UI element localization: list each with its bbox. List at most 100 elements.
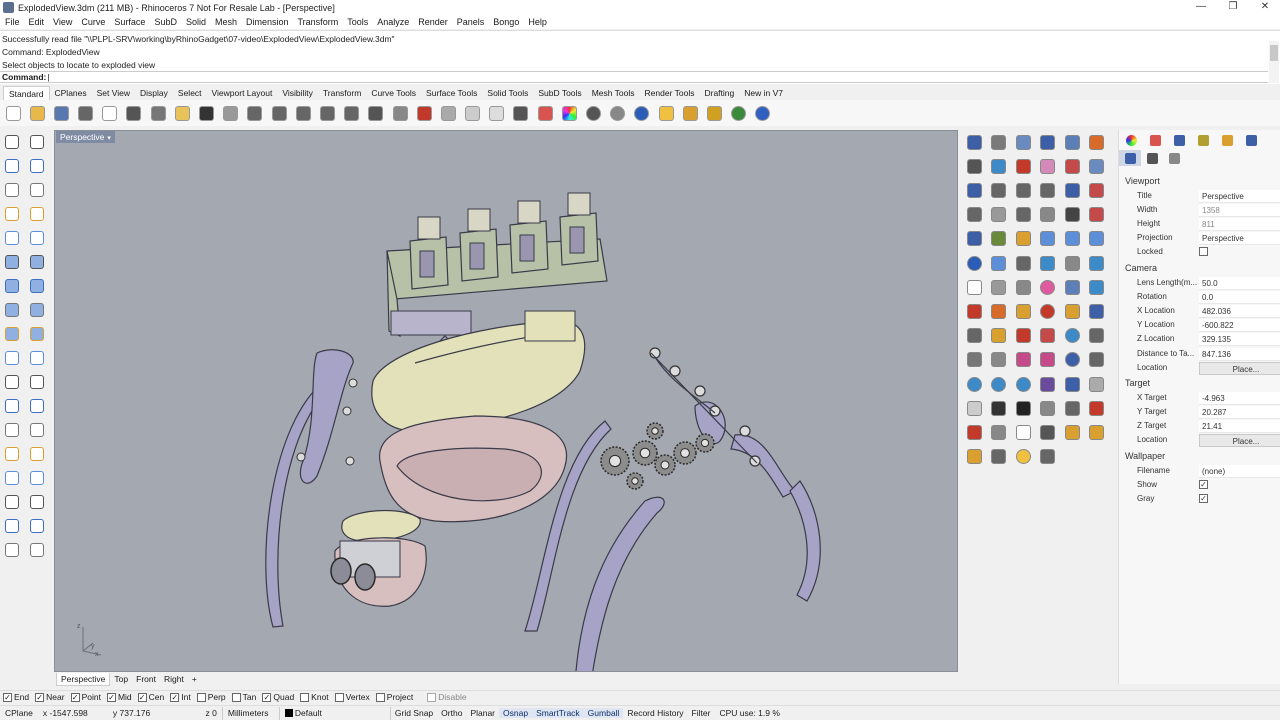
menu-item-panels[interactable]: Panels (457, 17, 485, 27)
light-bulb-button[interactable] (487, 103, 507, 123)
osnap-checkbox[interactable]: ✓ (35, 692, 45, 702)
gear-button[interactable] (680, 103, 700, 123)
tab-set-view[interactable]: Set View (92, 86, 135, 100)
polyline-button[interactable] (2, 156, 22, 176)
tab-render-tools[interactable]: Render Tools (640, 86, 700, 100)
menu-item-file[interactable]: File (5, 17, 20, 27)
tab-visibility[interactable]: Visibility (277, 86, 318, 100)
property-value-field[interactable]: 20.287 (1199, 406, 1280, 420)
toggle-osnap[interactable]: Osnap (499, 708, 533, 718)
osnap-end[interactable]: ✓ End (3, 692, 29, 702)
blue-sphere-button[interactable] (632, 103, 652, 123)
zoom-window-button[interactable] (293, 103, 313, 123)
text-button[interactable] (2, 420, 22, 440)
material-tab[interactable] (1143, 132, 1167, 148)
scissors-button[interactable] (1013, 156, 1033, 176)
osnap-checkbox[interactable]: ✓ (70, 692, 80, 702)
cube-red-button[interactable] (964, 301, 984, 321)
tab-display[interactable]: Display (135, 86, 173, 100)
cplane-button[interactable] (463, 103, 483, 123)
flow-blue-button[interactable] (989, 156, 1009, 176)
minimize-button[interactable]: — (1185, 0, 1217, 15)
frame-button[interactable] (1062, 156, 1082, 176)
ellipse-button[interactable] (27, 180, 47, 200)
property-value-field[interactable]: -4.963 (1199, 392, 1280, 405)
trim-button[interactable] (27, 396, 47, 416)
cloud-button[interactable] (989, 205, 1009, 225)
menu-item-render[interactable]: Render (418, 17, 448, 27)
render-sphere-button[interactable] (584, 103, 604, 123)
lock-button[interactable] (511, 103, 531, 123)
select-arrow-button[interactable] (2, 132, 22, 152)
question-button[interactable] (1013, 447, 1033, 467)
menu-item-subd[interactable]: SubD (154, 17, 177, 27)
pencil-button[interactable] (964, 350, 984, 370)
tab-cplanes[interactable]: CPlanes (50, 86, 92, 100)
menu-item-help[interactable]: Help (528, 17, 547, 27)
osnap-checkbox[interactable]: ✓ (137, 692, 147, 702)
perspective-viewport[interactable]: Perspective ▾ z y x (54, 130, 958, 672)
cplane-label[interactable]: CPlane (0, 708, 38, 718)
materials-button[interactable] (535, 103, 555, 123)
extrude-button[interactable] (964, 180, 984, 200)
undo-button[interactable] (197, 103, 217, 123)
chain-red-button[interactable] (1013, 326, 1033, 346)
tab-curve-tools[interactable]: Curve Tools (366, 86, 421, 100)
palm-button[interactable] (989, 229, 1009, 249)
place-button[interactable]: Place... (1199, 434, 1280, 448)
view-tab-right[interactable]: Right (160, 673, 188, 686)
menu-item-mesh[interactable]: Mesh (215, 17, 237, 27)
loft-button[interactable] (1062, 180, 1082, 200)
sun-subtab[interactable] (1141, 150, 1163, 166)
grid-red-button[interactable] (1038, 326, 1058, 346)
sphere-blue-button[interactable] (964, 253, 984, 273)
property-value-field[interactable]: 482.036 (1199, 305, 1280, 319)
property-value-field[interactable]: 811 (1199, 218, 1280, 232)
pan-hand-button[interactable] (221, 103, 241, 123)
balls-button[interactable] (964, 374, 984, 394)
cube-white-button[interactable] (964, 277, 984, 297)
osnap-checkbox[interactable]: ✓ (3, 692, 12, 702)
cube-white2-button[interactable] (964, 398, 984, 418)
transform-button[interactable] (1087, 326, 1107, 346)
gear-blue-button[interactable] (1013, 132, 1033, 152)
flow2-button[interactable] (1038, 253, 1058, 273)
explode-button[interactable] (27, 324, 47, 344)
tab-transform[interactable]: Transform (318, 86, 366, 100)
z-dark-button[interactable] (1013, 398, 1033, 418)
render-sphere-gray-button[interactable] (608, 103, 628, 123)
cut-button[interactable] (124, 103, 144, 123)
sphere-grid-button[interactable] (1062, 326, 1082, 346)
box-button[interactable] (2, 276, 22, 296)
tab-new-in-v7[interactable]: New in V7 (739, 86, 788, 100)
grid-dots-button[interactable] (2, 492, 22, 512)
bar-button[interactable] (1062, 398, 1082, 418)
render-globe-button[interactable] (729, 103, 749, 123)
balls2-button[interactable] (989, 374, 1009, 394)
cap-blue3-button[interactable] (1087, 229, 1107, 249)
pages-button[interactable] (1062, 422, 1082, 442)
property-checkbox[interactable]: ✓ (1199, 494, 1208, 504)
align-button[interactable] (27, 444, 47, 464)
menu-item-edit[interactable]: Edit (29, 17, 45, 27)
box-blue-button[interactable] (1062, 132, 1082, 152)
osnap-checkbox[interactable]: ✓ (106, 692, 116, 702)
tab-drafting[interactable]: Drafting (699, 86, 739, 100)
import-button[interactable] (100, 103, 120, 123)
sphere-button[interactable] (27, 276, 47, 296)
osnap-checkbox[interactable]: ✓ (262, 692, 272, 702)
arrow-pink-button[interactable] (1013, 350, 1033, 370)
tab-surface-tools[interactable]: Surface Tools (421, 86, 482, 100)
osnap-int[interactable]: ✓ Int (170, 692, 191, 702)
maximize-button[interactable]: ❐ (1217, 0, 1249, 15)
property-value-field[interactable]: 21.41 (1199, 420, 1280, 434)
osnap-checkbox[interactable] (427, 692, 437, 702)
menu-item-dimension[interactable]: Dimension (246, 17, 289, 27)
dot-button[interactable] (989, 447, 1009, 467)
named-view-button[interactable] (438, 103, 458, 123)
frame-subtab[interactable] (1163, 150, 1185, 166)
network-button[interactable] (964, 132, 984, 152)
rectangle-button[interactable] (27, 204, 47, 224)
property-checkbox[interactable] (1199, 247, 1208, 257)
menu-item-tools[interactable]: Tools (347, 17, 368, 27)
